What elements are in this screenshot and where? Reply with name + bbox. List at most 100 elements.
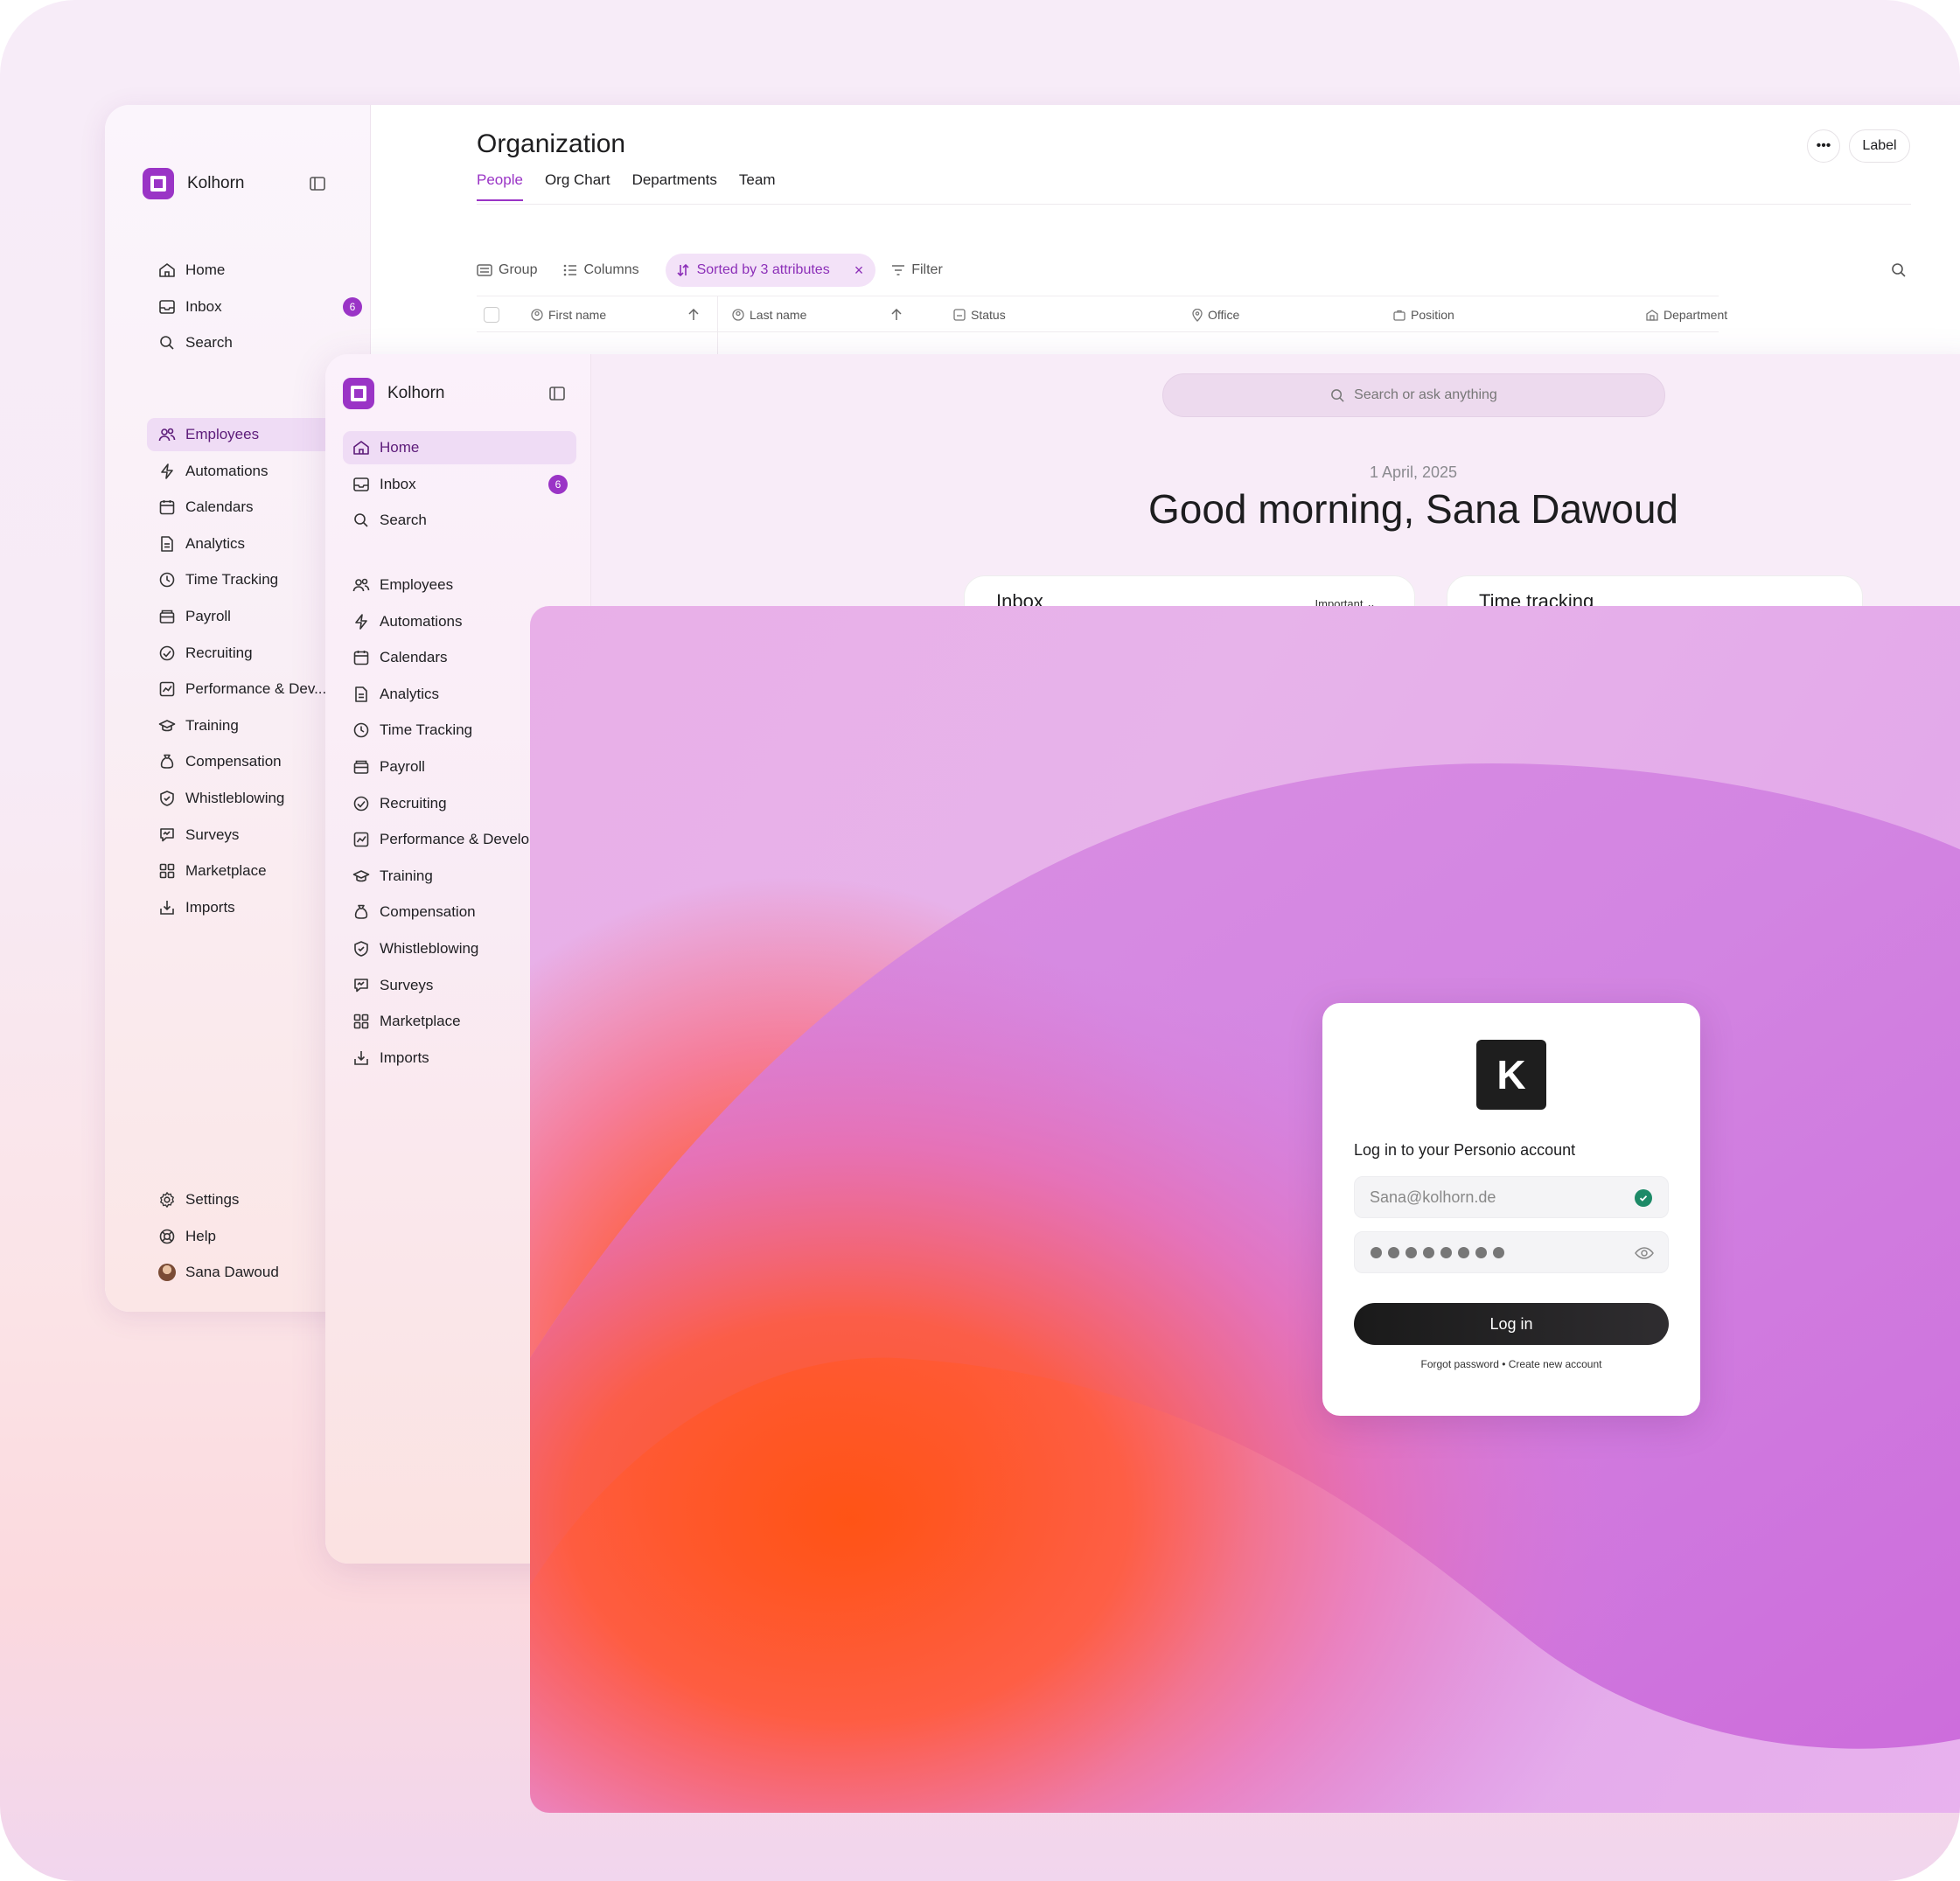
search-placeholder: Search or ask anything (1354, 387, 1497, 402)
more-options-button[interactable]: ••• (1807, 129, 1840, 163)
column-status[interactable]: Status (953, 296, 1006, 333)
greeting-heading: Good morning, Sana Dawoud (1147, 486, 1679, 532)
column-label: Status (971, 308, 1006, 322)
location-pin-icon (1192, 308, 1203, 322)
import-icon (157, 898, 177, 917)
shield-icon (352, 939, 371, 958)
group-icon (477, 264, 492, 276)
survey-icon (352, 976, 371, 995)
graduation-cap-icon (157, 716, 177, 735)
sidebar-item-label: Calendars (185, 498, 254, 516)
tabs-divider (477, 204, 1911, 205)
sidebar-item-search[interactable]: Search (343, 504, 576, 537)
avatar (157, 1263, 177, 1282)
sidebar-item-label: Help (185, 1227, 216, 1244)
sort-label: Sorted by 3 attributes (696, 262, 830, 277)
payroll-icon (352, 757, 371, 777)
brand[interactable]: Kolhorn (343, 378, 445, 409)
column-last-name[interactable]: Last name (732, 296, 806, 333)
sidebar-item-home[interactable]: Home (147, 254, 371, 287)
lifebuoy-icon (157, 1227, 177, 1246)
sidebar-item-label: Inbox (185, 297, 222, 315)
label-button[interactable]: Label (1849, 129, 1910, 163)
table-search-icon[interactable] (1891, 262, 1907, 282)
sidebar-item-label: Performance & Dev... (185, 680, 327, 698)
sidebar-item-employees[interactable]: Employees (343, 568, 576, 602)
column-divider (717, 296, 718, 358)
sort-icon (677, 263, 689, 277)
check-icon (1635, 1189, 1652, 1207)
search-icon (1331, 388, 1344, 402)
sidebar-item-inbox[interactable]: Inbox 6 (343, 468, 576, 501)
column-label: First name (548, 308, 607, 322)
sidebar-item-label: Whistleblowing (380, 940, 479, 957)
sidebar-item-label: Search (380, 512, 427, 529)
login-title: Log in to your Personio account (1354, 1141, 1576, 1159)
tab-team[interactable]: Team (739, 171, 776, 201)
table-toolbar: Group Columns Sorted by 3 attributes × F… (477, 254, 969, 287)
sidebar-item-label: Imports (185, 898, 235, 916)
brand-name: Kolhorn (387, 384, 445, 402)
column-department[interactable]: Department (1646, 296, 1727, 333)
column-office[interactable]: Office (1192, 296, 1239, 333)
table-header: First name Last name Status Office Posit… (477, 296, 1727, 358)
sidebar-item-label: Marketplace (380, 1013, 461, 1030)
filter-button[interactable]: Filter (891, 262, 943, 278)
sidebar-item-label: Inbox (380, 475, 416, 492)
survey-icon (157, 826, 177, 845)
sidebar-item-label: Surveys (185, 826, 240, 843)
users-icon (157, 425, 177, 444)
briefcase-icon (1393, 310, 1405, 321)
select-all-checkbox[interactable] (484, 307, 499, 323)
sort-ascending-icon[interactable] (891, 296, 902, 333)
sort-chip[interactable]: Sorted by 3 attributes × (665, 254, 876, 287)
sort-ascending-icon[interactable] (688, 296, 699, 333)
brand-logo-icon (143, 168, 174, 199)
sidebar-item-inbox[interactable]: Inbox 6 (147, 290, 371, 324)
grid-icon (352, 1012, 371, 1031)
bolt-icon (352, 612, 371, 631)
group-button[interactable]: Group (477, 262, 537, 278)
unread-count-badge: 6 (548, 474, 568, 494)
sidebar-item-label: Imports (380, 1048, 429, 1066)
filter-icon (892, 265, 905, 275)
eye-icon[interactable] (1635, 1244, 1654, 1266)
sidebar-item-label: Training (380, 867, 433, 884)
inbox-icon (352, 475, 371, 494)
calendar-icon (352, 648, 371, 667)
graduation-cap-icon (352, 867, 371, 886)
login-button[interactable]: Log in (1354, 1303, 1669, 1345)
status-icon (953, 309, 966, 321)
columns-button[interactable]: Columns (563, 262, 639, 278)
sidebar-item-label: Surveys (380, 976, 434, 993)
brand-name: Kolhorn (187, 174, 245, 192)
clear-sort-icon[interactable]: × (854, 261, 864, 280)
page-title: Organization (477, 129, 626, 158)
sidebar-item-label: Automations (185, 462, 269, 479)
tab-people[interactable]: People (477, 171, 523, 201)
email-input[interactable] (1355, 1177, 1668, 1217)
clock-icon (352, 721, 371, 740)
column-label: Department (1664, 308, 1728, 322)
sidebar-item-home[interactable]: Home (343, 431, 576, 464)
tab-org-chart[interactable]: Org Chart (545, 171, 610, 201)
sidebar-toggle-icon[interactable] (310, 177, 325, 195)
sidebar-item-label: Training (185, 716, 239, 734)
grid-icon (157, 861, 177, 881)
document-icon (352, 685, 371, 704)
sidebar-toggle-icon[interactable] (549, 387, 565, 405)
sidebar-item-label: Search (185, 334, 233, 352)
sidebar-item-label: Time Tracking (185, 571, 279, 589)
column-position[interactable]: Position (1393, 296, 1454, 333)
chart-icon (352, 830, 371, 849)
email-field[interactable] (1354, 1176, 1669, 1218)
sidebar-item-label: Performance & Develop (380, 831, 538, 848)
column-first-name[interactable]: First name (531, 296, 606, 333)
auth-links[interactable]: Forgot password • Create new account (1354, 1358, 1669, 1370)
password-field[interactable] (1354, 1231, 1669, 1273)
users-icon (352, 575, 371, 595)
brand[interactable]: Kolhorn (143, 168, 245, 199)
tab-departments[interactable]: Departments (632, 171, 717, 201)
global-search-input[interactable]: Search or ask anything (1162, 373, 1665, 417)
group-label: Group (499, 262, 538, 277)
